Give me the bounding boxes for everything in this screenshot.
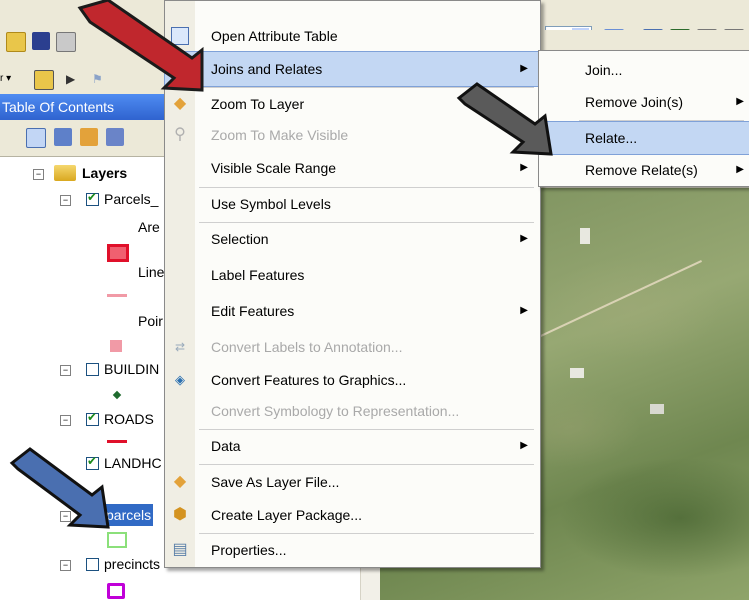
convert-graphics-icon: ◈: [175, 372, 185, 387]
toc-toolbar: [0, 120, 165, 157]
layer-visibility-checkbox[interactable]: [86, 190, 99, 206]
road-symbol: [107, 440, 127, 443]
menu-item-edit-features[interactable]: Edit Features ▶: [165, 294, 540, 328]
map-feature: [570, 368, 584, 378]
layer-label[interactable]: BUILDIN: [104, 358, 159, 380]
menu-item-convert-features-to-graphics[interactable]: ◈ Convert Features to Graphics...: [165, 363, 540, 397]
map-road: [538, 260, 702, 338]
menu-item-selection[interactable]: Selection ▶: [165, 222, 540, 256]
legend-label: Line: [138, 264, 165, 280]
properties-icon: ▤: [172, 541, 188, 558]
layout-icon[interactable]: [34, 70, 54, 90]
submenu-arrow-icon: ▶: [520, 305, 528, 316]
save-icon[interactable]: [32, 32, 50, 50]
point-symbol: [110, 340, 122, 352]
legend-label: Poir: [138, 313, 163, 329]
layer-file-icon: ◆: [173, 473, 187, 490]
layers-expander[interactable]: −: [33, 169, 44, 180]
map-feature: [650, 404, 664, 414]
blue-arrow-pointer-icon: [9, 447, 110, 529]
submenu-arrow-icon: ▶: [520, 440, 528, 451]
tools-dropdown[interactable]: r ▾: [0, 70, 26, 88]
submenu-item-relate[interactable]: Relate...: [538, 121, 749, 155]
joins-relates-submenu: Join... Remove Join(s) ▶ Relate... Remov…: [538, 50, 749, 187]
menu-item-convert-symbology-to-representation: Convert Symbology to Representation...: [211, 403, 460, 419]
red-arrow-pointer-icon: [77, 0, 204, 92]
layer-expander[interactable]: −: [60, 195, 71, 206]
submenu-arrow-icon: ▶: [736, 96, 744, 107]
layer-expander[interactable]: −: [60, 560, 71, 571]
open-folder-icon[interactable]: [6, 32, 26, 52]
list-by-source-icon[interactable]: [54, 128, 72, 146]
layer-visibility-checkbox[interactable]: [86, 363, 99, 376]
layer-visibility-checkbox[interactable]: [86, 410, 99, 426]
precincts-symbol: [107, 583, 125, 599]
menu-separator: [579, 120, 744, 121]
menu-item-label-features[interactable]: Label Features: [165, 258, 540, 292]
menu-item-convert-labels-to-annotation: ⇄ Convert Labels to Annotation...: [165, 330, 540, 364]
layer-label[interactable]: ROADS: [104, 408, 154, 430]
menu-item-create-layer-package[interactable]: ⬢ Create Layer Package...: [165, 498, 540, 532]
list-by-drawing-order-icon[interactable]: [26, 128, 46, 148]
layer-expander[interactable]: −: [60, 415, 71, 426]
menu-item-data[interactable]: Data ▶: [165, 429, 540, 463]
layer-package-icon: ⬢: [173, 506, 187, 523]
area-symbol: [107, 244, 129, 262]
layers-root-label[interactable]: Layers: [82, 162, 127, 184]
menu-item-properties[interactable]: ▤ Properties...: [165, 533, 540, 567]
submenu-item-remove-relates[interactable]: Remove Relate(s) ▶: [539, 154, 749, 186]
submenu-arrow-icon: ▶: [520, 233, 528, 244]
zoom-visible-icon: ⚲: [174, 126, 186, 143]
line-symbol: [107, 294, 127, 297]
list-by-selection-icon[interactable]: [106, 128, 124, 146]
dark-arrow-pointer-icon: [456, 82, 553, 156]
layer-visibility-checkbox[interactable]: [86, 558, 99, 571]
submenu-item-join[interactable]: Join...: [539, 54, 749, 86]
submenu-arrow-icon: ▶: [736, 164, 744, 175]
building-symbol: [112, 390, 122, 400]
menu-item-open-attribute-table[interactable]: Open Attribute Table: [165, 19, 540, 53]
list-by-visibility-icon[interactable]: [80, 128, 98, 146]
layer-label[interactable]: precincts: [104, 553, 160, 575]
map-feature: [580, 228, 590, 244]
layer-expander[interactable]: −: [60, 365, 71, 376]
layer-label[interactable]: Parcels_: [104, 188, 158, 210]
convert-labels-icon: ⇄: [174, 340, 186, 354]
menu-item-save-as-layer-file[interactable]: ◆ Save As Layer File...: [165, 465, 540, 499]
layers-icon: [54, 165, 76, 181]
menu-item-use-symbol-levels[interactable]: Use Symbol Levels: [165, 187, 540, 221]
legend-label: Are: [138, 219, 160, 235]
submenu-item-remove-joins[interactable]: Remove Join(s) ▶: [539, 86, 749, 118]
